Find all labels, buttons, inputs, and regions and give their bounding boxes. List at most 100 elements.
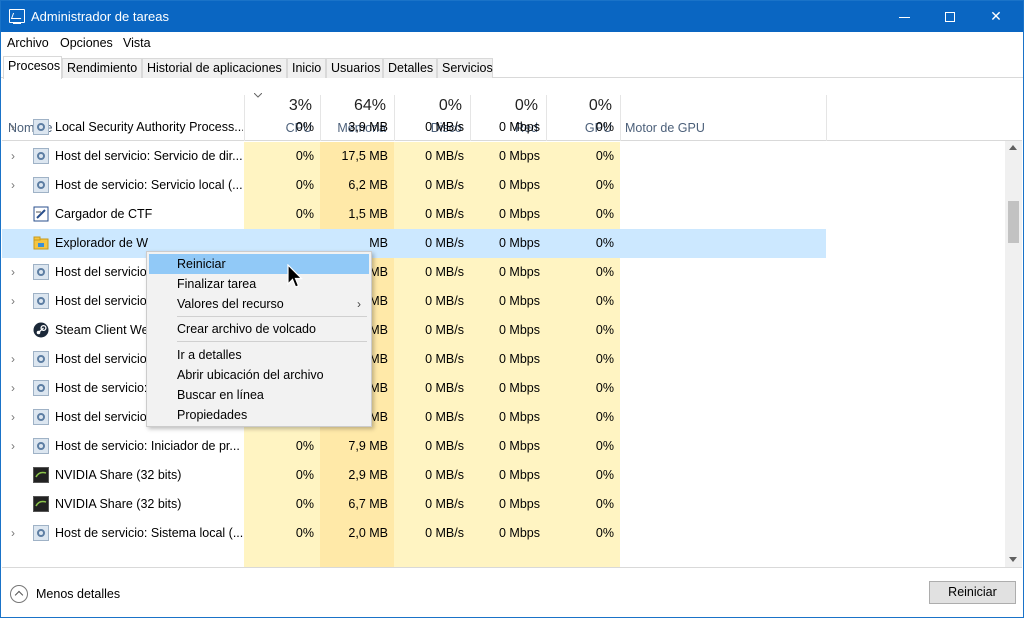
tab-usuarios[interactable]: Usuarios (326, 58, 383, 78)
process-name: Host del servicio: Servicio de dir... (55, 149, 243, 163)
cell-disk: 0 MB/s (425, 294, 464, 308)
table-row[interactable]: › Host del servicio MB 0 MB/s 0 Mbps 0% (2, 287, 826, 316)
scroll-up-icon[interactable] (1009, 145, 1017, 150)
ctx-end-task[interactable]: Finalizar tarea (149, 274, 369, 294)
process-name: NVIDIA Share (32 bits) (55, 468, 182, 482)
process-name: Host de servicio: Servicio local (... (55, 178, 243, 192)
expand-chevron-icon[interactable]: › (11, 266, 19, 278)
cell-net: 0 Mbps (499, 149, 540, 163)
menu-vista[interactable]: Vista (123, 36, 151, 50)
ctx-separator (177, 316, 367, 317)
close-button[interactable]: ✕ (973, 1, 1019, 32)
chevron-up-circle-icon[interactable] (10, 585, 28, 603)
process-name: Host de servicio: Sistema local (... (55, 526, 243, 540)
maximize-button[interactable] (927, 1, 973, 32)
ctx-restart[interactable]: Reiniciar (149, 254, 369, 274)
cell-disk: 0 MB/s (425, 178, 464, 192)
cell-disk: 0 MB/s (425, 497, 464, 511)
service-gear-icon (33, 380, 49, 396)
table-row[interactable]: NVIDIA Share (32 bits) 0% 2,9 MB 0 MB/s 0 Mb… (2, 461, 826, 490)
menu-opciones[interactable]: Opciones (60, 36, 113, 50)
table-row[interactable]: › Host de servicio: Sistema local (... 0% 2… (2, 519, 826, 548)
tab-procesos[interactable]: Procesos (3, 56, 62, 79)
ctx-create-dump[interactable]: Crear archivo de volcado (149, 319, 369, 339)
table-row[interactable]: Cargador de CTF 0% 1,5 MB 0 MB/s 0 Mbps 0% (2, 200, 826, 229)
ctx-properties[interactable]: Propiedades (149, 405, 369, 425)
minimize-icon (898, 16, 910, 18)
cell-net: 0 Mbps (499, 497, 540, 511)
cell-cpu: 0% (295, 149, 314, 163)
cell-net: 0 Mbps (499, 265, 540, 279)
table-row[interactable]: NVIDIA Share (32 bits) 0% 6,7 MB 0 MB/s 0 Mb… (2, 490, 826, 519)
cell-disk: 0 MB/s (425, 236, 464, 250)
cell-cpu: 0% (295, 468, 314, 482)
tab-rendimiento[interactable]: Rendimiento (62, 58, 142, 78)
vertical-scrollbar[interactable] (1005, 141, 1022, 567)
table-row[interactable]: › Host de servicio: Servicio local (... 0%… (2, 171, 826, 200)
expand-chevron-icon[interactable]: › (11, 179, 19, 191)
expand-chevron-icon[interactable]: › (11, 150, 19, 162)
minimize-button[interactable] (881, 1, 927, 32)
cell-gpu: 0% (595, 178, 614, 192)
tab-servicios[interactable]: Servicios (437, 58, 493, 78)
ctx-resource-values[interactable]: Valores del recurso › (149, 294, 369, 314)
footer-bar: Menos detalles Reiniciar (2, 569, 1022, 617)
cell-gpu: 0% (595, 120, 614, 134)
expand-chevron-icon[interactable]: › (11, 121, 19, 133)
service-gear-icon (33, 177, 49, 193)
cell-net: 0 Mbps (499, 439, 540, 453)
table-row[interactable]: › Host del servicio MB 0 MB/s 0 Mbps 0% (2, 258, 826, 287)
cell-net: 0 Mbps (499, 207, 540, 221)
submenu-chevron-icon: › (357, 297, 361, 311)
expand-chevron-icon[interactable]: › (11, 527, 19, 539)
scroll-thumb[interactable] (1008, 201, 1019, 243)
process-name: NVIDIA Share (32 bits) (55, 497, 182, 511)
table-row[interactable]: ›Host del servicio: Optimización ...0%3,… (2, 403, 826, 432)
scroll-down-icon[interactable] (1009, 557, 1017, 562)
table-row[interactable]: › Local Security Authority Process... 0% 3,… (2, 113, 826, 142)
cell-mem: 2,0 MB (348, 526, 388, 540)
tab-inicio[interactable]: Inicio (287, 58, 326, 78)
table-row[interactable]: Steam Client We MB 0 MB/s 0 Mbps 0% (2, 316, 826, 345)
title-bar[interactable]: Administrador de tareas ✕ (1, 1, 1023, 32)
ctf-loader-icon (33, 206, 49, 222)
table-row[interactable]: › Host del servicio MB 0 MB/s 0 Mbps 0% (2, 345, 826, 374)
ctx-open-location[interactable]: Abrir ubicación del archivo (149, 365, 369, 385)
cell-cpu: 0% (295, 178, 314, 192)
table-row[interactable]: › Host de servicio: Iniciador de pr... 0% 7… (2, 432, 826, 461)
tab-detalles[interactable]: Detalles (383, 58, 437, 78)
table-row[interactable]: Explorador de W MB 0 MB/s 0 Mbps 0% (2, 229, 826, 258)
service-gear-icon (33, 525, 49, 541)
context-menu: Reiniciar Finalizar tarea Valores del re… (146, 251, 372, 427)
cell-mem: 3,9 MB (348, 120, 388, 134)
ctx-separator (177, 341, 367, 342)
restart-button[interactable]: Reiniciar (929, 581, 1016, 604)
cell-mem: 7,9 MB (348, 439, 388, 453)
cell-net: 0 Mbps (499, 526, 540, 540)
cell-gpu: 0% (595, 236, 614, 250)
cell-disk: 0 MB/s (425, 410, 464, 424)
cell-gpu: 0% (595, 323, 614, 337)
cell-net: 0 Mbps (499, 352, 540, 366)
cell-mem: 2,9 MB (348, 468, 388, 482)
cell-gpu: 0% (595, 294, 614, 308)
less-details-link[interactable]: Menos detalles (36, 587, 120, 601)
tab-historial[interactable]: Historial de aplicaciones (142, 58, 287, 78)
process-name: Cargador de CTF (55, 207, 153, 221)
expand-chevron-icon[interactable]: › (11, 440, 19, 452)
expand-chevron-icon[interactable]: › (11, 353, 19, 365)
table-row[interactable]: › Host del servicio: Servicio de dir... 0%… (2, 142, 826, 171)
menu-archivo[interactable]: Archivo (7, 36, 49, 50)
ctx-search-online[interactable]: Buscar en línea (149, 385, 369, 405)
cell-net: 0 Mbps (499, 323, 540, 337)
cell-disk: 0 MB/s (425, 207, 464, 221)
cell-disk: 0 MB/s (425, 468, 464, 482)
cell-cpu: 0% (295, 207, 314, 221)
cell-gpu: 0% (595, 468, 614, 482)
expand-chevron-icon[interactable]: › (11, 295, 19, 307)
expand-chevron-icon[interactable]: › (11, 382, 19, 394)
table-row[interactable]: › Host de servicio: MB 0 MB/s 0 Mbps 0% (2, 374, 826, 403)
ctx-go-details[interactable]: Ir a detalles (149, 345, 369, 365)
cell-mem: 6,2 MB (348, 178, 388, 192)
expand-chevron-icon[interactable]: › (11, 411, 19, 423)
